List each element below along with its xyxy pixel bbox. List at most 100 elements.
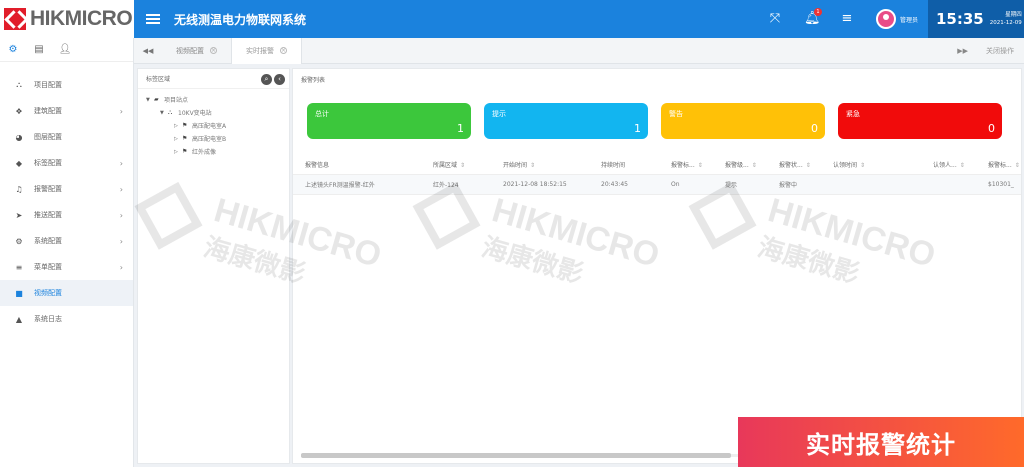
tab-scroll-left-icon[interactable]: ◀◀ (134, 47, 162, 55)
column-header-label: 报警标... (988, 162, 1012, 169)
sidebar-item-label: 系统配置 (34, 237, 62, 245)
sort-icon[interactable]: ⇕ (806, 162, 811, 169)
tree-node-label: 10KV变电站 (178, 110, 212, 117)
sidebar-menu: ⛬ 项目配置 ❖ 建筑配置 › ◕ 图层配置 ◆ 标签配置 › ♫ 报警配置 › ➤ 推送配置 › ⚙ 系统配置 ›… (0, 72, 133, 332)
alarm-card-2[interactable]: 警告 0 (661, 103, 825, 139)
column-header[interactable]: 报警标... ⇕ (659, 160, 713, 169)
column-header[interactable]: 持续时间 (589, 160, 659, 169)
close-operations-label: 关闭操作 (986, 47, 1014, 55)
tree-node[interactable]: ▼ ⛬ 10KV变电站 (138, 106, 289, 119)
alarm-card-value: 1 (634, 122, 641, 135)
user-menu[interactable]: 管理员 (875, 9, 918, 29)
clock-date: 2021-12-09 (989, 20, 1022, 26)
alarm-list-title: 报警列表 (301, 76, 326, 84)
table-cell: 2021-12-08 18:52:15 (503, 181, 567, 188)
send-icon: ➤ (15, 210, 23, 220)
sidebar: ⚙ ▤ 👤︎ ⛬ 项目配置 ❖ 建筑配置 › ◕ 图层配置 ◆ 标签配置 › ♫ 报警配置 › ➤ 推送配置… (0, 38, 134, 467)
sort-icon[interactable]: ⇕ (1015, 162, 1020, 169)
column-header[interactable]: 开始时间 ⇕ (491, 160, 589, 169)
sidebar-tab-settings-gear-icon[interactable]: ⚙ (0, 44, 26, 55)
column-header[interactable]: 报警级... ⇕ (713, 160, 767, 169)
alarm-list-panel: 报警列表 总计 1 提示 1 警告 0 紧急 0 报警信息 所属区域 ⇕ 开始时间 ⇕ 持续时间 报警标.… (292, 68, 1022, 464)
column-header-label: 认领时间 (833, 162, 858, 169)
chevron-right-icon: › (119, 106, 123, 116)
tree-node-label: 项目站点 (164, 97, 189, 104)
tree-node[interactable]: ▷ ⚑ 高压配电室A (138, 119, 289, 132)
sidebar-tab-document-icon[interactable]: ▤ (26, 44, 52, 55)
warning-icon: ▲ (15, 314, 23, 324)
tree-expand-icon[interactable]: ▼ (160, 110, 168, 116)
tab-video-config[interactable]: 视频配置 × (162, 37, 232, 64)
cubes-icon: ❖ (15, 106, 23, 116)
tree-node[interactable]: ▼ ▰ 项目站点 (138, 93, 289, 106)
column-header[interactable]: 认领人... ⇕ (921, 160, 976, 169)
column-header[interactable]: 报警标... ⇕ (976, 160, 1021, 169)
sidebar-item-1[interactable]: ❖ 建筑配置 › (0, 98, 133, 124)
tree-expand-icon[interactable]: ▼ (146, 97, 154, 103)
column-header-label: 认领人... (933, 162, 957, 169)
tab-close-icon[interactable]: × (210, 47, 217, 54)
flag-icon: ⚑ (182, 135, 188, 142)
notification-bell-icon[interactable]: 🔔︎ 1 (804, 8, 822, 26)
alarm-card-label: 紧急 (846, 110, 860, 118)
sidebar-item-8[interactable]: ■ 视频配置 (0, 280, 133, 306)
sidebar-item-label: 建筑配置 (34, 107, 62, 115)
chevron-right-icon: › (119, 236, 123, 246)
menu-toggle-icon[interactable] (146, 14, 160, 24)
alarm-card-label: 提示 (492, 110, 506, 118)
column-header-label: 报警级... (725, 162, 749, 169)
sidebar-item-2[interactable]: ◕ 图层配置 (0, 124, 133, 150)
sidebar-item-3[interactable]: ◆ 标签配置 › (0, 150, 133, 176)
chevron-right-icon: › (119, 184, 123, 194)
alarm-table: 报警信息 所属区域 ⇕ 开始时间 ⇕ 持续时间 报警标... ⇕ 报警级... ⇕ 报警状... ⇕ 认… (293, 155, 1021, 195)
tree-node[interactable]: ▷ ⚑ 红外成像 (138, 145, 289, 158)
column-header[interactable]: 报警信息 (293, 160, 421, 169)
table-cell: 提示 (725, 182, 738, 189)
column-header[interactable]: 报警状... ⇕ (767, 160, 821, 169)
sidebar-item-label: 推送配置 (34, 211, 62, 219)
table-cell: 红外-124 (433, 182, 459, 189)
table-cell: $10301_ (988, 181, 1014, 188)
column-header[interactable]: 认领时间 ⇕ (821, 160, 921, 169)
scrollbar-thumb[interactable] (301, 453, 731, 458)
alarm-card-1[interactable]: 提示 1 (484, 103, 648, 139)
chevron-right-icon: › (119, 210, 123, 220)
sidebar-item-9[interactable]: ▲ 系统日志 (0, 306, 133, 332)
sitemap-icon: ⛬ (16, 80, 22, 89)
sort-icon[interactable]: ⇕ (860, 162, 865, 169)
sidebar-item-4[interactable]: ♫ 报警配置 › (0, 176, 133, 202)
close-operations-button[interactable]: ▶▶ 关闭操作 (957, 38, 1024, 64)
table-cell: On (671, 181, 680, 188)
sidebar-item-6[interactable]: ⚙ 系统配置 › (0, 228, 133, 254)
table-row[interactable]: 上述镜头FR测温报警-红外 红外-124 2021-12-08 18:52:15 20… (293, 175, 1021, 195)
tree-node[interactable]: ▷ ⚑ 高压配电室B (138, 132, 289, 145)
hamburger-menu-icon[interactable]: ≡ (840, 12, 854, 26)
tree-expand-icon[interactable]: ▷ (174, 136, 182, 142)
alarm-card-3[interactable]: 紧急 0 (838, 103, 1002, 139)
sidebar-tab-user-icon[interactable]: 👤︎ (52, 44, 78, 55)
tree-expand-icon[interactable]: ▷ (174, 149, 182, 155)
tab-label: 实时报警 (246, 46, 274, 55)
sort-icon[interactable]: ⇕ (460, 162, 465, 169)
sidebar-item-label: 报警配置 (34, 185, 62, 193)
notification-count: 1 (813, 8, 822, 16)
sidebar-item-0[interactable]: ⛬ 项目配置 (0, 72, 133, 98)
tree-collapse-icon[interactable]: ‹ (274, 74, 285, 85)
fullscreen-icon[interactable]: ⤧ (768, 12, 782, 26)
column-header[interactable]: 所属区域 ⇕ (421, 160, 491, 169)
sidebar-item-label: 系统日志 (34, 315, 62, 323)
chevron-right-icon: › (119, 158, 123, 168)
alarm-card-0[interactable]: 总计 1 (307, 103, 471, 139)
tab-close-icon[interactable]: × (280, 47, 287, 54)
tree-expand-icon[interactable]: ▷ (174, 123, 182, 129)
sort-icon[interactable]: ⇕ (960, 162, 965, 169)
sort-icon[interactable]: ⇕ (698, 162, 703, 169)
sidebar-item-5[interactable]: ➤ 推送配置 › (0, 202, 133, 228)
tab-realtime-alarm[interactable]: 实时报警 × (232, 37, 302, 64)
tree-search-icon[interactable]: ⌕ (261, 74, 272, 85)
column-header-label: 所属区域 (433, 162, 458, 169)
sort-icon[interactable]: ⇕ (530, 162, 535, 169)
tab-scroll-right-icon[interactable]: ▶▶ (957, 47, 968, 55)
sidebar-item-7[interactable]: ≡ 菜单配置 › (0, 254, 133, 280)
sort-icon[interactable]: ⇕ (752, 162, 757, 169)
